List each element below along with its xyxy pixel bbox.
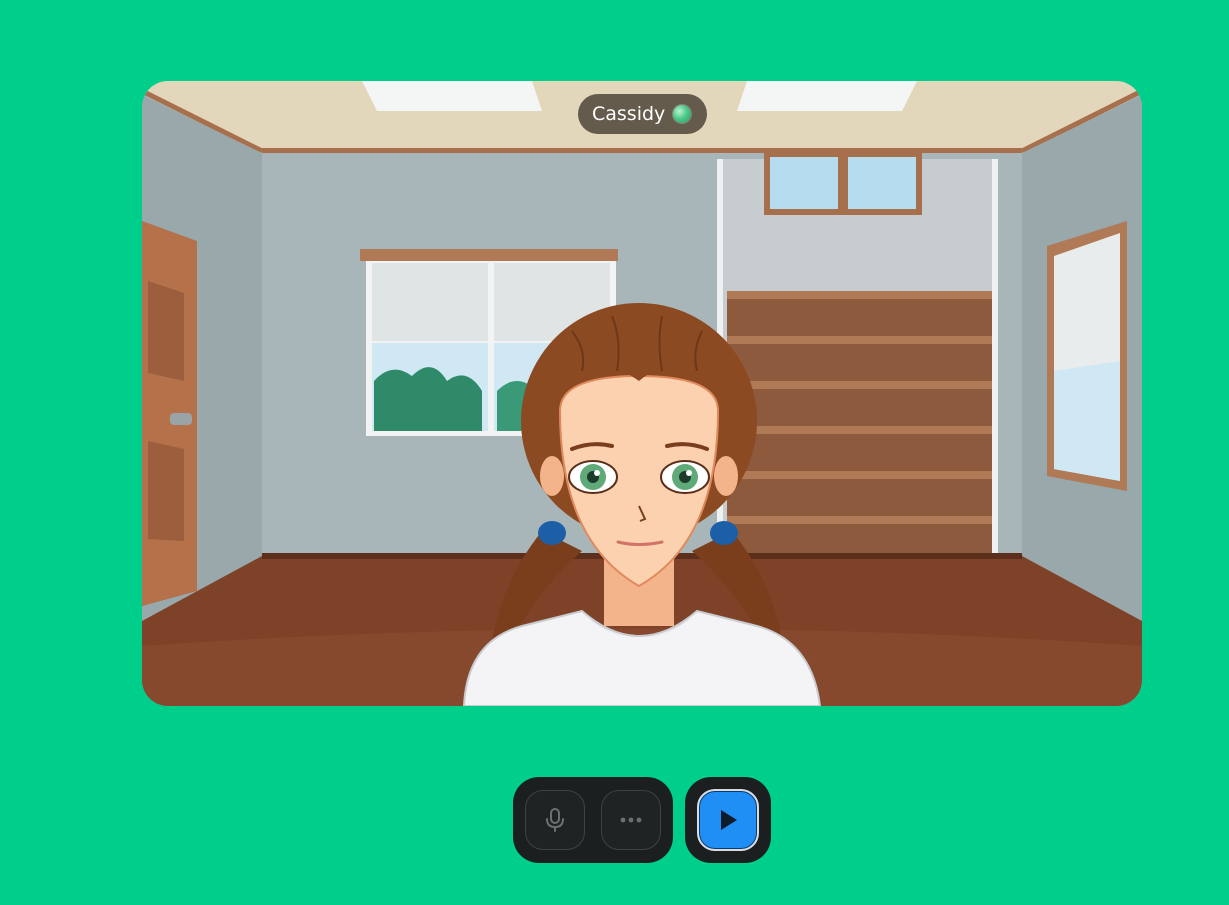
classroom-scene-illustration: [142, 81, 1142, 706]
voice-controls-bar: [513, 777, 673, 863]
play-icon: [721, 810, 737, 830]
microphone-icon: [546, 808, 564, 832]
microphone-button[interactable]: [525, 790, 585, 850]
play-button[interactable]: [697, 789, 759, 851]
online-status-dot-icon: [673, 105, 692, 123]
avatar-name-badge: Cassidy: [578, 94, 708, 134]
play-control: [685, 777, 771, 863]
avatar-name: Cassidy: [592, 103, 666, 125]
avatar-video-frame: [142, 81, 1142, 706]
more-options-button[interactable]: [601, 790, 661, 850]
more-options-icon: [620, 817, 642, 823]
